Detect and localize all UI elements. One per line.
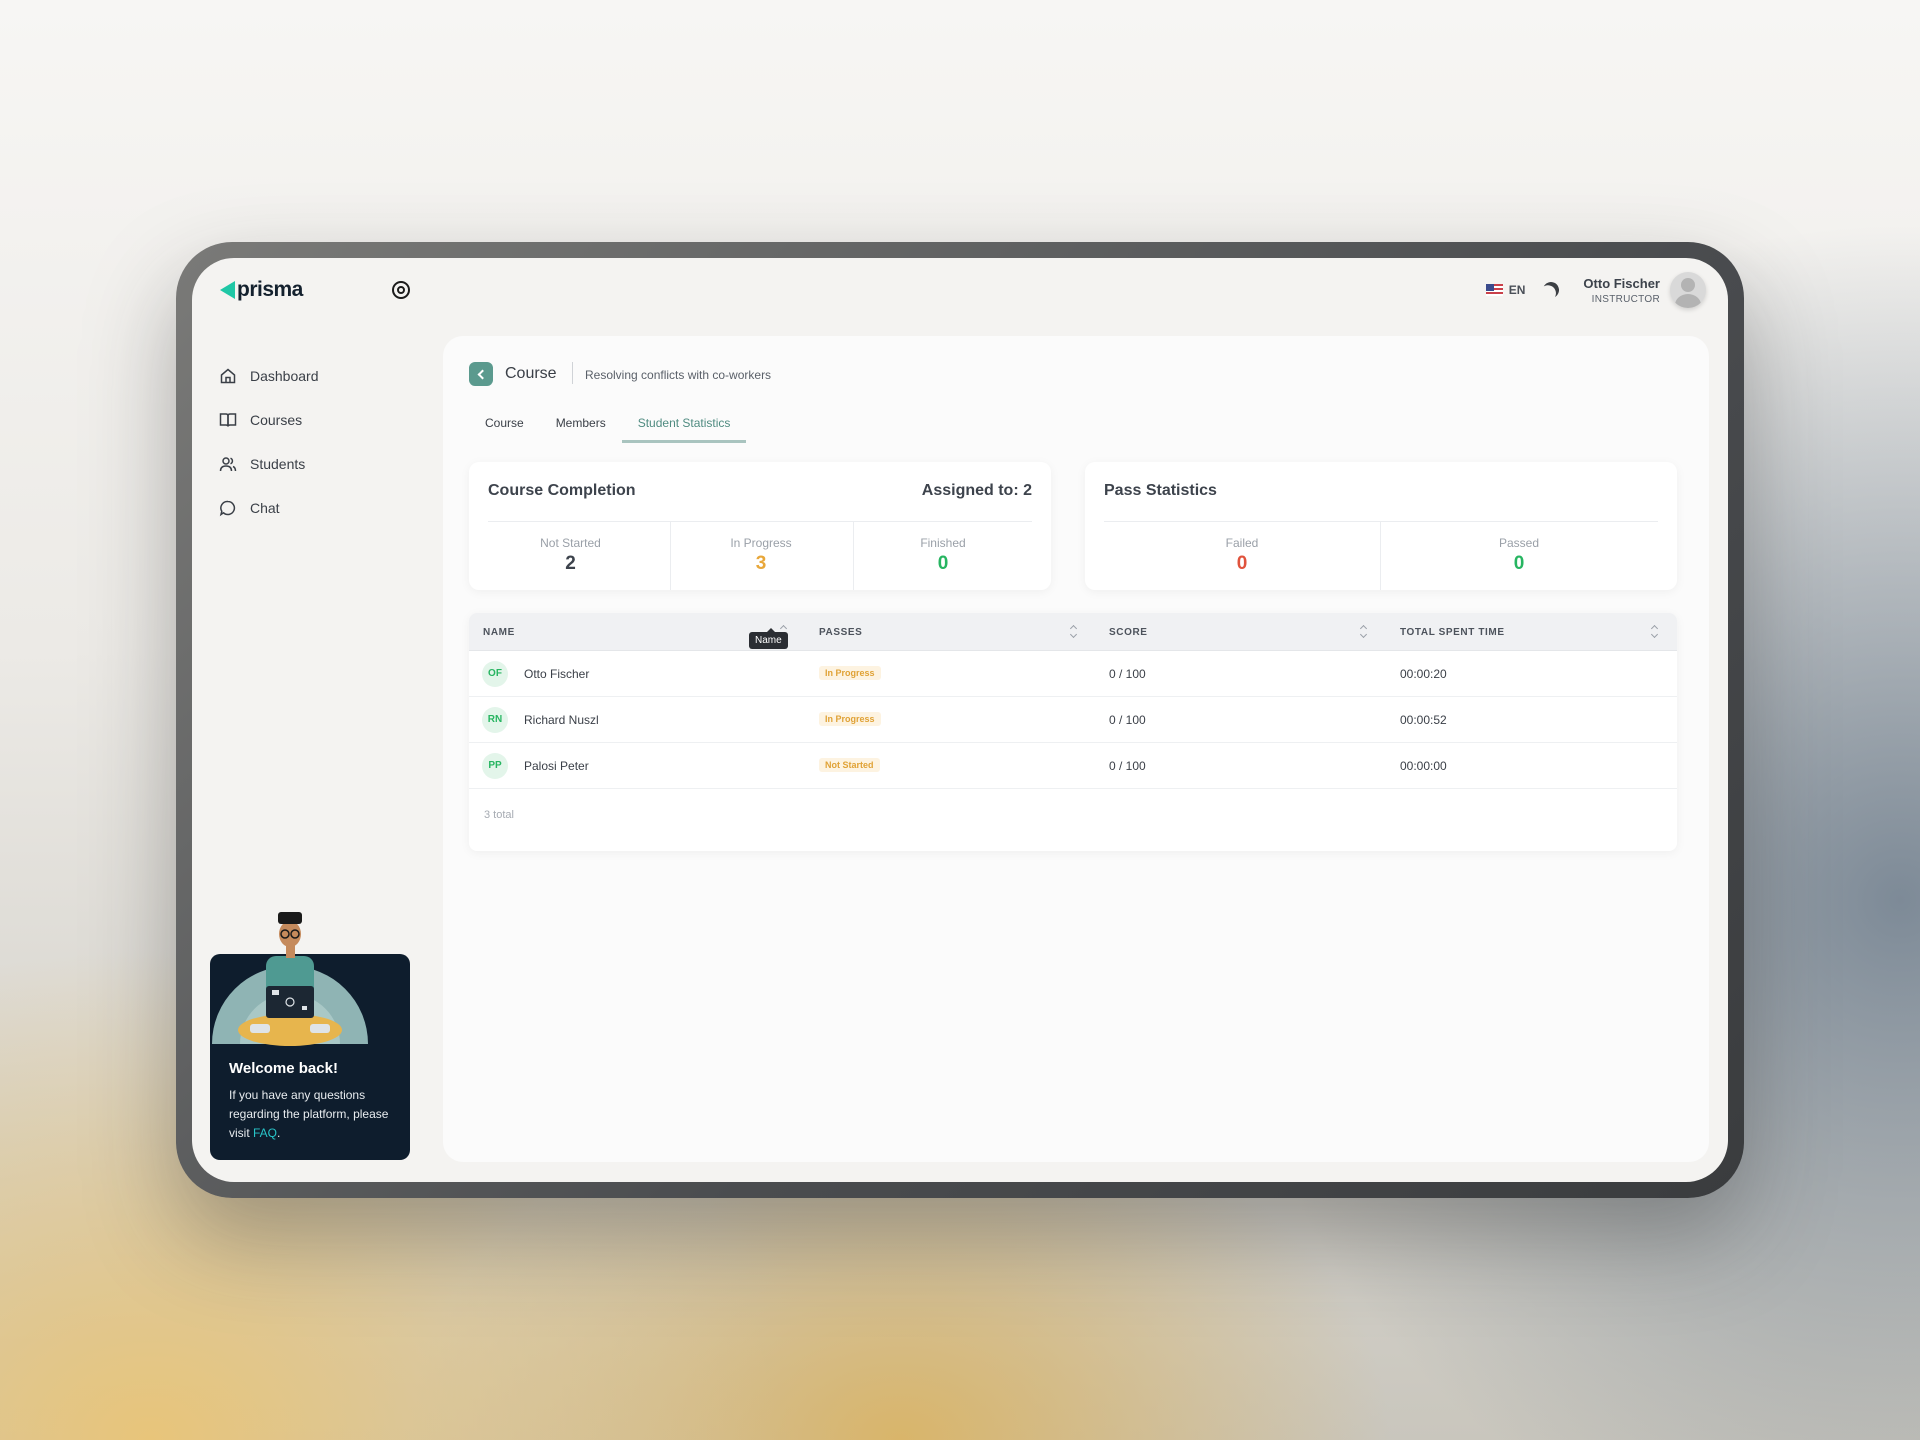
- stat-label: Not Started: [540, 536, 601, 550]
- main-panel: Course Resolving conflicts with co-worke…: [443, 336, 1709, 1162]
- sidebar-item-chat[interactable]: Chat: [218, 486, 319, 530]
- stat-not-started: Not Started 2: [488, 522, 653, 590]
- tab-student-statistics[interactable]: Student Statistics: [621, 412, 747, 443]
- sort-icon[interactable]: [1360, 625, 1368, 639]
- column-header-score[interactable]: SCORE: [1109, 627, 1148, 638]
- user-info[interactable]: Otto Fischer INSTRUCTOR: [1583, 276, 1660, 305]
- sidebar-item-courses[interactable]: Courses: [218, 398, 319, 442]
- stat-value: 2: [565, 553, 576, 574]
- welcome-end: .: [277, 1126, 281, 1140]
- sidebar-item-label: Students: [250, 456, 306, 472]
- course-name: Resolving conflicts with co-workers: [585, 368, 772, 382]
- welcome-illustration: [212, 912, 368, 1046]
- student-time: 00:00:52: [1400, 713, 1447, 727]
- card-title: Pass Statistics: [1104, 482, 1217, 499]
- status-badge: In Progress: [819, 712, 881, 726]
- sidebar-item-label: Courses: [250, 412, 303, 428]
- student-initials: PP: [482, 753, 508, 779]
- book-icon: [218, 410, 238, 430]
- app-screen: prisma EN Otto Fischer INSTRUCTOR Dashbo…: [192, 258, 1728, 1182]
- sidebar-item-dashboard[interactable]: Dashboard: [218, 354, 319, 398]
- chevron-left-icon: [477, 369, 488, 379]
- stat-label: Failed: [1225, 536, 1259, 550]
- welcome-title: Welcome back!: [229, 1060, 338, 1077]
- faq-link[interactable]: FAQ: [253, 1126, 277, 1140]
- student-initials: RN: [482, 707, 508, 733]
- student-time: 00:00:00: [1400, 759, 1447, 773]
- course-completion-card: Course Completion Assigned to: 2 Not Sta…: [469, 462, 1051, 590]
- logo[interactable]: prisma: [220, 278, 303, 302]
- stat-value: 0: [1236, 553, 1248, 574]
- avatar[interactable]: [1670, 272, 1706, 308]
- logo-text: prisma: [237, 278, 303, 301]
- student-table: NAME PASSES SCORE TOTAL SPENT TIME OF Ot…: [469, 613, 1677, 851]
- column-header-total-spent-time[interactable]: TOTAL SPENT TIME: [1400, 627, 1505, 638]
- stat-in-progress: In Progress 3: [670, 522, 852, 590]
- stat-value: 0: [937, 553, 949, 574]
- student-score: 0 / 100: [1109, 713, 1146, 727]
- stat-value: 0: [1513, 553, 1525, 574]
- users-icon: [218, 454, 238, 474]
- sidebar-item-students[interactable]: Students: [218, 442, 319, 486]
- table-total: 3 total: [484, 809, 514, 821]
- student-name: Otto Fischer: [524, 667, 590, 681]
- page-title: Course: [505, 365, 557, 382]
- stat-label: Finished: [920, 536, 966, 550]
- tab-members[interactable]: Members: [540, 412, 622, 443]
- home-icon: [218, 366, 238, 386]
- back-button[interactable]: [469, 362, 493, 386]
- student-time: 00:00:20: [1400, 667, 1447, 681]
- dark-mode-toggle-icon[interactable]: [1541, 280, 1562, 301]
- device-frame: prisma EN Otto Fischer INSTRUCTOR Dashbo…: [176, 242, 1744, 1198]
- sidebar-item-label: Chat: [250, 500, 280, 516]
- table-header: NAME PASSES SCORE TOTAL SPENT TIME: [469, 613, 1677, 651]
- student-initials: OF: [482, 661, 508, 687]
- column-header-passes[interactable]: PASSES: [819, 627, 862, 638]
- stat-failed: Failed 0: [1104, 522, 1380, 590]
- column-header-name[interactable]: NAME: [483, 627, 515, 638]
- logo-mark-icon: [220, 281, 235, 299]
- header-right: EN Otto Fischer INSTRUCTOR: [1485, 272, 1706, 308]
- sort-icon[interactable]: [1651, 625, 1659, 639]
- sidebar-item-label: Dashboard: [250, 368, 319, 384]
- student-score: 0 / 100: [1109, 667, 1146, 681]
- chat-icon: [218, 498, 238, 518]
- language-switcher[interactable]: EN: [1509, 283, 1526, 297]
- status-badge: In Progress: [819, 666, 881, 680]
- us-flag-icon[interactable]: [1485, 284, 1503, 296]
- user-role: INSTRUCTOR: [1591, 293, 1660, 305]
- table-row[interactable]: RN Richard Nuszl In Progress 0 / 100 00:…: [469, 697, 1677, 743]
- student-name: Palosi Peter: [524, 759, 589, 773]
- stat-value: 3: [755, 553, 767, 574]
- assigned-count: Assigned to: 2: [921, 482, 1032, 499]
- table-row[interactable]: PP Palosi Peter Not Started 0 / 100 00:0…: [469, 743, 1677, 789]
- stat-label: In Progress: [730, 536, 792, 550]
- student-score: 0 / 100: [1109, 759, 1146, 773]
- card-title: Course Completion: [488, 482, 636, 499]
- student-name: Richard Nuszl: [524, 713, 599, 727]
- welcome-text: If you have any questions regarding the …: [229, 1086, 399, 1143]
- tab-course[interactable]: Course: [469, 412, 540, 443]
- tab-bar: Course Members Student Statistics: [469, 412, 747, 443]
- sidebar-toggle-icon[interactable]: [392, 281, 410, 299]
- table-row[interactable]: OF Otto Fischer In Progress 0 / 100 00:0…: [469, 651, 1677, 697]
- sidebar-nav: Dashboard Courses Students Chat: [218, 354, 319, 530]
- stat-label: Passed: [1498, 536, 1540, 550]
- sort-icon[interactable]: [1070, 625, 1078, 639]
- status-badge: Not Started: [819, 758, 880, 772]
- stat-passed: Passed 0: [1380, 522, 1658, 590]
- name-tooltip: Name: [749, 628, 788, 649]
- pass-statistics-card: Pass Statistics Failed 0 Passed 0: [1085, 462, 1677, 590]
- breadcrumb-divider: [572, 362, 573, 384]
- user-name: Otto Fischer: [1583, 275, 1660, 291]
- stat-finished: Finished 0: [853, 522, 1033, 590]
